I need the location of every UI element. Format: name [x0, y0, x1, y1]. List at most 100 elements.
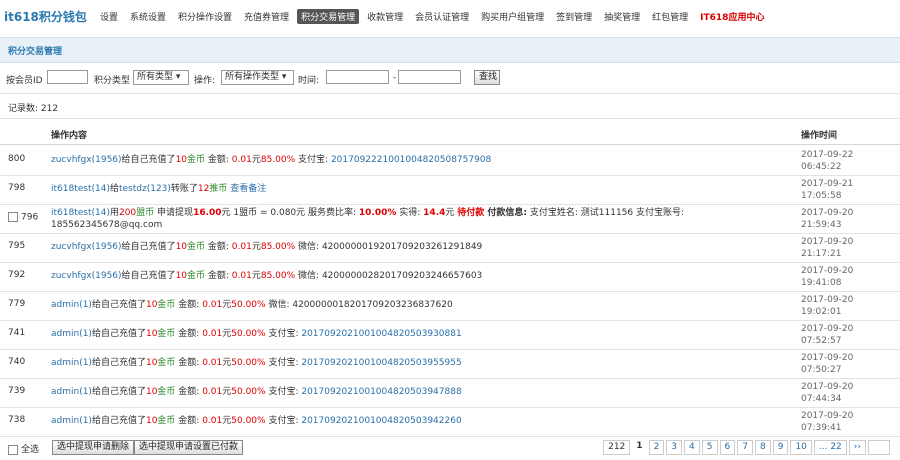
row-text: 10	[145, 387, 158, 397]
filter-bar: 按会员ID 积分类型 所有类型 ▾ 操作: 所有操作类型 ▾ 时间: - 查找	[0, 68, 900, 88]
search-button[interactable]: 查找	[474, 70, 500, 85]
member-id-input[interactable]	[47, 70, 88, 84]
pager-page[interactable]: 2	[648, 440, 665, 455]
pager-page[interactable]: 5	[701, 440, 718, 455]
time-label: 时间:	[298, 76, 320, 86]
delete-selected-button[interactable]: 选中提现申请删除	[52, 440, 135, 455]
col-content-header: 操作内容	[51, 131, 88, 141]
pager-page[interactable]: 8	[754, 440, 771, 455]
nav-item[interactable]: 抽奖管理	[600, 9, 644, 24]
row-date: 2017-09-20	[801, 324, 854, 334]
top-navigation: it618积分钱包 设置 系统设置 积分操作设置 充值券管理 积分交易管理 收款管理 会员认…	[0, 0, 900, 34]
nav-item[interactable]: 系统设置	[126, 9, 170, 24]
row-link[interactable]: 2017092221001004820508757908	[331, 155, 491, 165]
pager-page[interactable]: 4	[684, 440, 700, 455]
row-link[interactable]: 2017092021001004820503930881	[301, 329, 461, 339]
row-time: 2017-09-20 07:39:41	[801, 410, 891, 434]
end-time-input[interactable]	[398, 70, 461, 84]
row-text: 实得:	[396, 208, 424, 218]
member-id-label: 按会员ID	[6, 76, 43, 86]
select-all[interactable]: 全选	[8, 442, 39, 455]
row-clock: 07:39:41	[801, 423, 842, 433]
row-text: 85.00%	[260, 242, 296, 252]
row-text: 给自己充值了	[91, 358, 146, 368]
row-text: 金额:	[205, 271, 232, 281]
row-content: admin(1)给自己充值了10金币 金额: 0.01元50.00% 支付宝: …	[51, 415, 786, 427]
row-link[interactable]: 2017092021001004820503955955	[301, 358, 461, 368]
row-link[interactable]: testdz(123)	[119, 184, 171, 194]
mark-paid-button[interactable]: 选中提现申请设置已付款	[134, 440, 244, 455]
row-link[interactable]: 查看备注	[227, 184, 266, 194]
row-content: it618test(14)用200盟币 申请提现16.00元 1盟币 = 0.0…	[51, 207, 786, 231]
row-link[interactable]: zucvhfgx(1956)	[51, 242, 122, 252]
row-link[interactable]: zucvhfgx(1956)	[51, 155, 122, 165]
row-text: 85.00%	[260, 155, 296, 165]
nav-item[interactable]: 收款管理	[363, 9, 407, 24]
row-text: 金额:	[205, 155, 232, 165]
row-text: 给自己充值了	[91, 416, 146, 426]
nav-item[interactable]: IT618应用中心	[696, 9, 768, 24]
nav-item[interactable]: 设置	[96, 9, 122, 24]
row-text: 0.01	[231, 242, 252, 252]
row-content: admin(1)给自己充值了10金币 金额: 0.01元50.00% 微信: 4…	[51, 299, 786, 311]
row-text: 微信: 4200000028201709203246657603	[295, 271, 483, 281]
row-id: 796	[8, 212, 38, 223]
row-id-text: 792	[8, 270, 26, 280]
pager-page[interactable]: 9	[772, 440, 789, 455]
nav-item[interactable]: 签到管理	[552, 9, 596, 24]
row-checkbox[interactable]	[8, 212, 18, 222]
nav-item[interactable]: 积分交易管理	[297, 9, 360, 24]
nav-item[interactable]: 会员认证管理	[411, 9, 473, 24]
nav-item[interactable]: 购买用户组管理	[477, 9, 548, 24]
pager-page[interactable]: 6	[719, 440, 736, 455]
row-id: 740	[8, 357, 25, 367]
row-time: 2017-09-20 19:02:01	[801, 294, 891, 318]
row-link[interactable]: zucvhfgx(1956)	[51, 271, 122, 281]
app-title: it618积分钱包	[4, 10, 87, 24]
row-id-text: 796	[21, 212, 39, 223]
row-id: 738	[8, 415, 25, 425]
row-clock: 07:44:34	[801, 394, 842, 404]
row-id: 800	[8, 154, 25, 164]
type-select[interactable]: 所有类型 ▾	[133, 70, 189, 85]
pager-page[interactable]: 7	[737, 440, 753, 455]
pager-page[interactable]: 1	[632, 440, 646, 453]
pager-jump-input[interactable]	[868, 440, 890, 455]
row-id: 795	[8, 241, 25, 251]
row-time: 2017-09-20 21:17:21	[801, 236, 891, 260]
row-text: 元	[222, 358, 232, 368]
row-time: 2017-09-20 07:50:27	[801, 352, 891, 376]
row-id-text: 779	[8, 299, 26, 309]
select-all-checkbox[interactable]	[8, 444, 18, 455]
row-link[interactable]: admin(1)	[51, 387, 92, 397]
pager-page[interactable]: ... 22	[813, 440, 847, 455]
row-date: 2017-09-20	[801, 208, 854, 218]
row-text: 50.00%	[231, 300, 266, 310]
row-time: 2017-09-21 17:05:58	[801, 178, 891, 202]
op-select[interactable]: 所有操作类型 ▾	[221, 70, 294, 85]
row-text: 10	[145, 416, 158, 426]
row-content: admin(1)给自己充值了10金币 金额: 0.01元50.00% 支付宝: …	[51, 386, 786, 398]
row-link[interactable]: it618test(14)	[51, 184, 110, 194]
pager-page[interactable]: 3	[666, 440, 683, 455]
row-link[interactable]: 2017092021001004820503942260	[301, 416, 461, 426]
start-time-input[interactable]	[326, 70, 389, 84]
pager-page[interactable]: ››	[848, 440, 866, 455]
nav-item[interactable]: 红包管理	[648, 9, 692, 24]
row-link[interactable]: admin(1)	[51, 329, 92, 339]
row-text: 金额:	[175, 416, 203, 426]
row-text: 10	[145, 358, 158, 368]
row-time: 2017-09-20 07:52:57	[801, 323, 891, 347]
nav-item[interactable]: 充值券管理	[240, 9, 293, 24]
nav-item[interactable]: 积分操作设置	[174, 9, 236, 24]
row-link[interactable]: 2017092021001004820503947888	[301, 387, 461, 397]
row-link[interactable]: admin(1)	[51, 416, 92, 426]
row-link[interactable]: it618test(14)	[51, 208, 110, 218]
row-id-text: 795	[8, 241, 26, 251]
row-text: 金币	[157, 329, 176, 339]
row-link[interactable]: admin(1)	[51, 300, 92, 310]
row-text: 元 1盟币 = 0.080元 服务费比率:	[221, 208, 359, 218]
row-link[interactable]: admin(1)	[51, 358, 92, 368]
row-text: 0.01	[202, 387, 223, 397]
pager-page[interactable]: 10	[790, 440, 812, 455]
